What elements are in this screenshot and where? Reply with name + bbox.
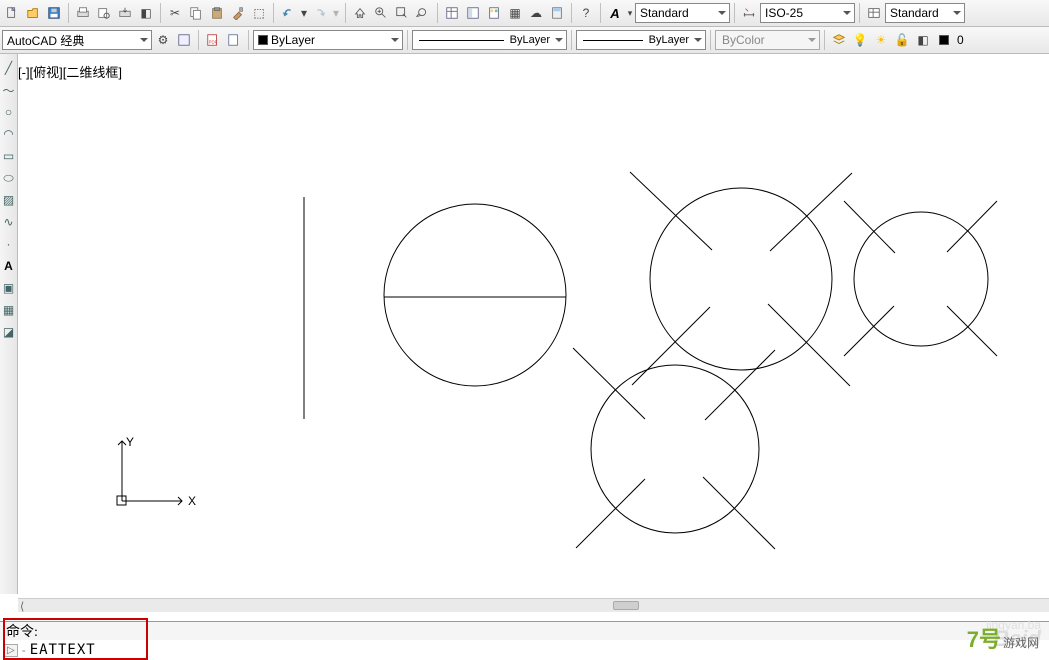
workspace-value: AutoCAD 经典 <box>7 32 84 49</box>
ucs-x-label: X <box>188 494 196 508</box>
layer-on-icon[interactable]: 💡 <box>850 30 870 50</box>
layer-index-label: 0 <box>957 33 964 47</box>
calculator-icon[interactable] <box>547 3 567 23</box>
dwf-underlay-icon[interactable] <box>224 30 244 50</box>
zoom-window-icon[interactable] <box>392 3 412 23</box>
dim-style-icon[interactable] <box>739 3 759 23</box>
markup-icon[interactable]: ☁ <box>526 3 546 23</box>
point-tool-icon[interactable]: · <box>1 236 17 252</box>
tool-palettes-icon[interactable] <box>484 3 504 23</box>
copy-icon[interactable] <box>186 3 206 23</box>
command-prompt-separator: - <box>22 643 26 657</box>
layer-lock-icon[interactable]: 🔓 <box>892 30 912 50</box>
region-tool-icon[interactable]: ◪ <box>1 324 17 340</box>
hatch-tool-icon[interactable]: ▨ <box>1 192 17 208</box>
plot-icon[interactable] <box>73 3 93 23</box>
workspace-save-icon[interactable] <box>174 30 194 50</box>
standard-toolbar: ◧ ✂ ⬚ ▾ ▾ ▦ ☁ ? A ▾ Standard ISO-25 Stan… <box>0 0 1049 27</box>
cut-icon[interactable]: ✂ <box>165 3 185 23</box>
plot-style-value: ByColor <box>722 33 765 47</box>
horizontal-scrollbar[interactable]: ⟨ <box>18 598 1049 612</box>
text-tool-icon[interactable]: A <box>1 258 17 274</box>
layer-color-swatch <box>258 35 268 45</box>
command-prompt-icon: ▷ <box>4 644 18 657</box>
layer-name-value: ByLayer <box>271 33 315 47</box>
lineweight-select[interactable]: ByLayer <box>576 30 706 50</box>
layer-color-icon[interactable]: ◧ <box>913 30 933 50</box>
zoom-previous-icon[interactable] <box>413 3 433 23</box>
plot-style-select[interactable]: ByColor <box>715 30 820 50</box>
drawing-svg: Y X <box>18 54 1049 598</box>
block-editor-icon[interactable]: ⬚ <box>249 3 269 23</box>
rectangle-tool-icon[interactable]: ▭ <box>1 148 17 164</box>
linetype-value: ByLayer <box>510 34 550 46</box>
block-tool-icon[interactable]: ▣ <box>1 280 17 296</box>
table-style-icon[interactable] <box>864 3 884 23</box>
open-icon[interactable] <box>23 3 43 23</box>
scrollbar-thumb[interactable] <box>613 601 639 610</box>
table-style-select[interactable]: Standard <box>885 3 965 23</box>
command-input[interactable] <box>30 642 1045 658</box>
dim-style-value: ISO-25 <box>765 6 803 20</box>
lineweight-preview <box>583 40 643 41</box>
sheet-set-icon[interactable]: ▦ <box>505 3 525 23</box>
model-viewport[interactable]: [-][俯视][二维线框] <box>18 54 1049 598</box>
pan-icon[interactable] <box>350 3 370 23</box>
lineweight-value: ByLayer <box>649 34 689 46</box>
text-style-select[interactable]: Standard <box>635 3 730 23</box>
ucs-y-label: Y <box>126 435 134 449</box>
text-style-dropdown-icon[interactable]: ▾ <box>626 3 634 23</box>
command-area: 命令: ▷ - <box>0 621 1049 660</box>
dim-style-select[interactable]: ISO-25 <box>760 3 855 23</box>
command-history-line: 命令: <box>0 622 1049 640</box>
new-icon[interactable] <box>2 3 22 23</box>
linetype-preview <box>419 40 504 41</box>
layer-freeze-icon[interactable]: ☀ <box>871 30 891 50</box>
design-center-icon[interactable] <box>463 3 483 23</box>
layer-state-icon[interactable] <box>934 30 954 50</box>
redo-icon[interactable] <box>310 3 330 23</box>
pdf-underlay-icon[interactable]: PDF <box>203 30 223 50</box>
arc-tool-icon[interactable]: ◠ <box>1 126 17 142</box>
publish-icon[interactable] <box>115 3 135 23</box>
match-props-icon[interactable] <box>228 3 248 23</box>
linetype-select[interactable]: ByLayer <box>412 30 567 50</box>
ellipse-tool-icon[interactable]: ⬭ <box>1 170 17 186</box>
layer-properties-icon[interactable] <box>829 30 849 50</box>
svg-text:PDF: PDF <box>209 40 218 45</box>
command-history-label: 命令: <box>6 621 38 641</box>
layer-select[interactable]: ByLayer <box>253 30 403 50</box>
scroll-left-icon[interactable]: ⟨ <box>20 600 24 613</box>
plot-preview-icon[interactable] <box>94 3 114 23</box>
text-style-icon[interactable]: A <box>605 3 625 23</box>
zoom-realtime-icon[interactable] <box>371 3 391 23</box>
layers-toolbar: AutoCAD 经典 ⚙ PDF ByLayer ByLayer ByLayer… <box>0 27 1049 54</box>
undo-icon[interactable] <box>278 3 298 23</box>
spline-tool-icon[interactable]: ∿ <box>1 214 17 230</box>
command-line[interactable]: ▷ - <box>0 640 1049 660</box>
undo-dropdown-icon[interactable]: ▾ <box>299 3 309 23</box>
workspace-select[interactable]: AutoCAD 经典 <box>2 30 152 50</box>
help-icon[interactable]: ? <box>576 3 596 23</box>
circle-tool-icon[interactable]: ○ <box>1 104 17 120</box>
text-style-value: Standard <box>640 6 689 20</box>
line-tool-icon[interactable]: ╱ <box>1 60 17 76</box>
workspace-settings-icon[interactable]: ⚙ <box>153 30 173 50</box>
polyline-tool-icon[interactable]: 〜 <box>1 82 17 98</box>
redo-dropdown-icon[interactable]: ▾ <box>331 3 341 23</box>
print-scale-icon[interactable]: ◧ <box>136 3 156 23</box>
table-style-value: Standard <box>890 6 939 20</box>
paste-icon[interactable] <box>207 3 227 23</box>
draw-toolbar: ╱ 〜 ○ ◠ ▭ ⬭ ▨ ∿ · A ▣ ▦ ◪ <box>0 54 18 594</box>
table-tool-icon[interactable]: ▦ <box>1 302 17 318</box>
properties-icon[interactable] <box>442 3 462 23</box>
save-icon[interactable] <box>44 3 64 23</box>
